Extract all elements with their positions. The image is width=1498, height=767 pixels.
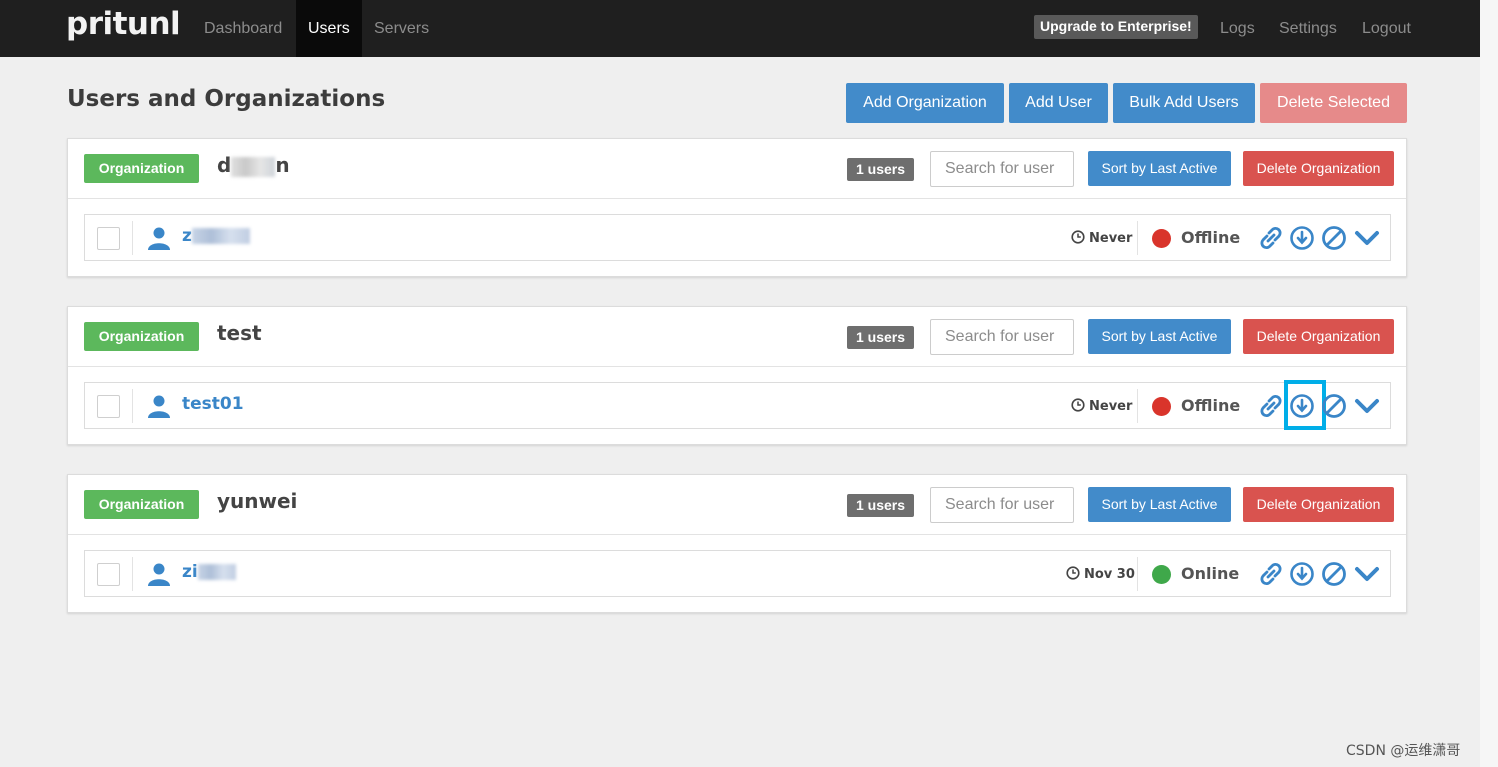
divider — [1137, 557, 1138, 591]
user-status: Offline — [1181, 228, 1241, 247]
nav-logs[interactable]: Logs — [1208, 0, 1267, 57]
redacted-text — [191, 228, 250, 244]
organization-label: Organization — [84, 490, 199, 519]
organization-name[interactable]: yunwei — [217, 489, 297, 513]
chevron-down-icon[interactable] — [1354, 561, 1380, 587]
search-user-input[interactable] — [930, 151, 1074, 187]
redacted-text — [231, 156, 276, 177]
divider — [1137, 389, 1138, 423]
user-icon — [148, 563, 170, 586]
user-row: test01 Never Offline — [84, 380, 1391, 430]
clock-icon — [1066, 566, 1080, 580]
upgrade-enterprise-button[interactable]: Upgrade to Enterprise! — [1034, 15, 1198, 39]
organization-header: Organization test 1 users Sort by Last A… — [68, 307, 1406, 367]
last-active: Nov 30 — [1066, 566, 1135, 582]
delete-organization-button[interactable]: Delete Organization — [1243, 151, 1394, 186]
link-icon[interactable] — [1258, 561, 1284, 587]
user-row: zi Nov 30 Online — [84, 550, 1391, 597]
user-select-checkbox[interactable] — [97, 395, 120, 418]
online-status-dot — [1152, 565, 1171, 584]
organization-name[interactable]: test — [217, 321, 262, 345]
top-navbar: pritunl Dashboard Users Servers Upgrade … — [0, 0, 1480, 57]
last-active: Never — [1071, 398, 1132, 414]
user-icon — [148, 227, 170, 250]
download-icon[interactable] — [1289, 225, 1315, 251]
disable-icon[interactable] — [1321, 225, 1347, 251]
divider — [132, 389, 133, 423]
user-count-badge: 1 users — [847, 494, 915, 517]
delete-selected-button[interactable]: Delete Selected — [1260, 83, 1407, 123]
brand-logo[interactable]: pritunl — [66, 6, 181, 42]
organization-header: Organization dn 1 users Sort by Last Act… — [68, 139, 1406, 199]
sort-by-last-active-button[interactable]: Sort by Last Active — [1088, 487, 1231, 522]
organization-header: Organization yunwei 1 users Sort by Last… — [68, 475, 1406, 535]
download-highlight-box — [1284, 380, 1326, 430]
link-icon[interactable] — [1258, 225, 1284, 251]
delete-organization-button[interactable]: Delete Organization — [1243, 319, 1394, 354]
organization-label: Organization — [84, 154, 199, 183]
offline-status-dot — [1152, 397, 1171, 416]
watermark: CSDN @运维潇哥 — [1346, 743, 1461, 759]
nav-dashboard[interactable]: Dashboard — [192, 0, 294, 57]
redacted-text — [197, 564, 236, 580]
add-organization-button[interactable]: Add Organization — [846, 83, 1004, 123]
user-name[interactable]: z — [182, 226, 250, 246]
clock-icon — [1071, 230, 1085, 244]
user-status: Online — [1181, 564, 1240, 583]
last-active: Never — [1071, 230, 1132, 246]
search-user-input[interactable] — [930, 319, 1074, 355]
user-select-checkbox[interactable] — [97, 563, 120, 586]
organization-name-start: d — [217, 153, 232, 177]
organization-name[interactable]: dn — [217, 153, 290, 177]
organization-name-end: n — [275, 153, 290, 177]
search-user-input[interactable] — [930, 487, 1074, 523]
clock-icon — [1071, 398, 1085, 412]
user-count-badge: 1 users — [847, 158, 915, 181]
user-icon — [148, 395, 170, 418]
link-icon[interactable] — [1258, 393, 1284, 419]
user-name[interactable]: test01 — [182, 394, 244, 414]
disable-icon[interactable] — [1321, 393, 1347, 419]
nav-settings[interactable]: Settings — [1267, 0, 1349, 57]
offline-status-dot — [1152, 229, 1171, 248]
organization-panel: Organization dn 1 users Sort by Last Act… — [67, 138, 1407, 277]
user-status: Offline — [1181, 396, 1241, 415]
user-name[interactable]: zi — [182, 562, 236, 582]
divider — [132, 557, 133, 591]
chevron-down-icon[interactable] — [1354, 393, 1380, 419]
add-user-button[interactable]: Add User — [1009, 83, 1108, 123]
delete-organization-button[interactable]: Delete Organization — [1243, 487, 1394, 522]
page-title: Users and Organizations — [67, 86, 386, 112]
scrollbar-gutter — [1480, 0, 1498, 767]
user-select-checkbox[interactable] — [97, 227, 120, 250]
divider — [1137, 221, 1138, 255]
bulk-add-users-button[interactable]: Bulk Add Users — [1113, 83, 1255, 123]
nav-logout[interactable]: Logout — [1350, 0, 1423, 57]
organization-panel: Organization test 1 users Sort by Last A… — [67, 306, 1407, 445]
sort-by-last-active-button[interactable]: Sort by Last Active — [1088, 151, 1231, 186]
sort-by-last-active-button[interactable]: Sort by Last Active — [1088, 319, 1231, 354]
user-count-badge: 1 users — [847, 326, 915, 349]
organization-panel: Organization yunwei 1 users Sort by Last… — [67, 474, 1407, 613]
download-icon[interactable] — [1289, 561, 1315, 587]
organization-label: Organization — [84, 322, 199, 351]
chevron-down-icon[interactable] — [1354, 225, 1380, 251]
user-row: z Never Offline — [84, 214, 1391, 261]
nav-users[interactable]: Users — [296, 0, 362, 57]
divider — [132, 221, 133, 255]
disable-icon[interactable] — [1321, 561, 1347, 587]
nav-servers[interactable]: Servers — [362, 0, 441, 57]
